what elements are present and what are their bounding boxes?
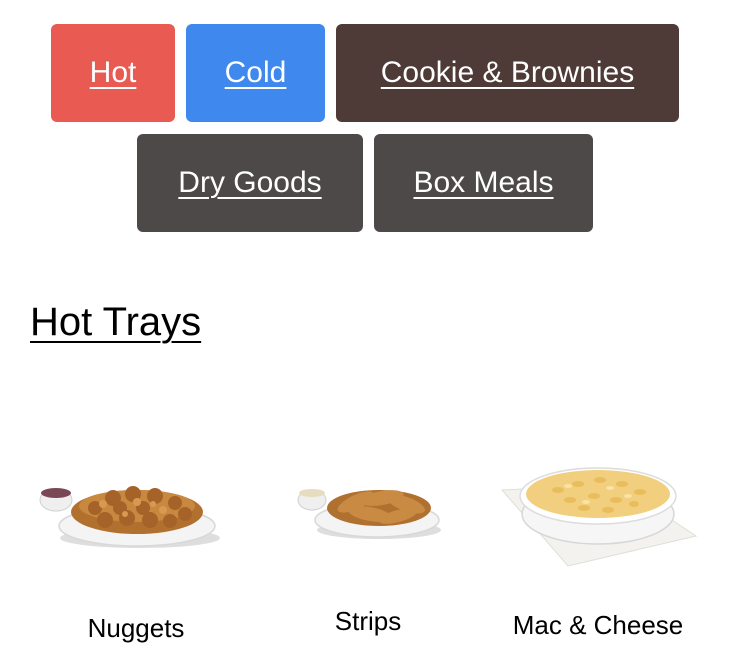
item-label-strips: Strips [334,606,402,636]
category-button-hot[interactable]: Hot [51,24,175,122]
section-title[interactable]: Hot Trays [30,300,201,345]
item-label-mac-and-cheese: Mac & Cheese [512,610,684,640]
strips-tray-image [297,489,441,539]
category-button-dry-goods[interactable]: Dry Goods [137,134,363,232]
nuggets-tray-image [39,486,220,548]
mac-and-cheese-tray-image [500,467,698,567]
category-button-box-meals[interactable]: Box Meals [374,134,593,232]
item-label-nuggets: Nuggets [87,613,185,643]
category-button-cookie-brownies[interactable]: Cookie & Brownies [336,24,679,122]
category-button-cold[interactable]: Cold [186,24,325,122]
